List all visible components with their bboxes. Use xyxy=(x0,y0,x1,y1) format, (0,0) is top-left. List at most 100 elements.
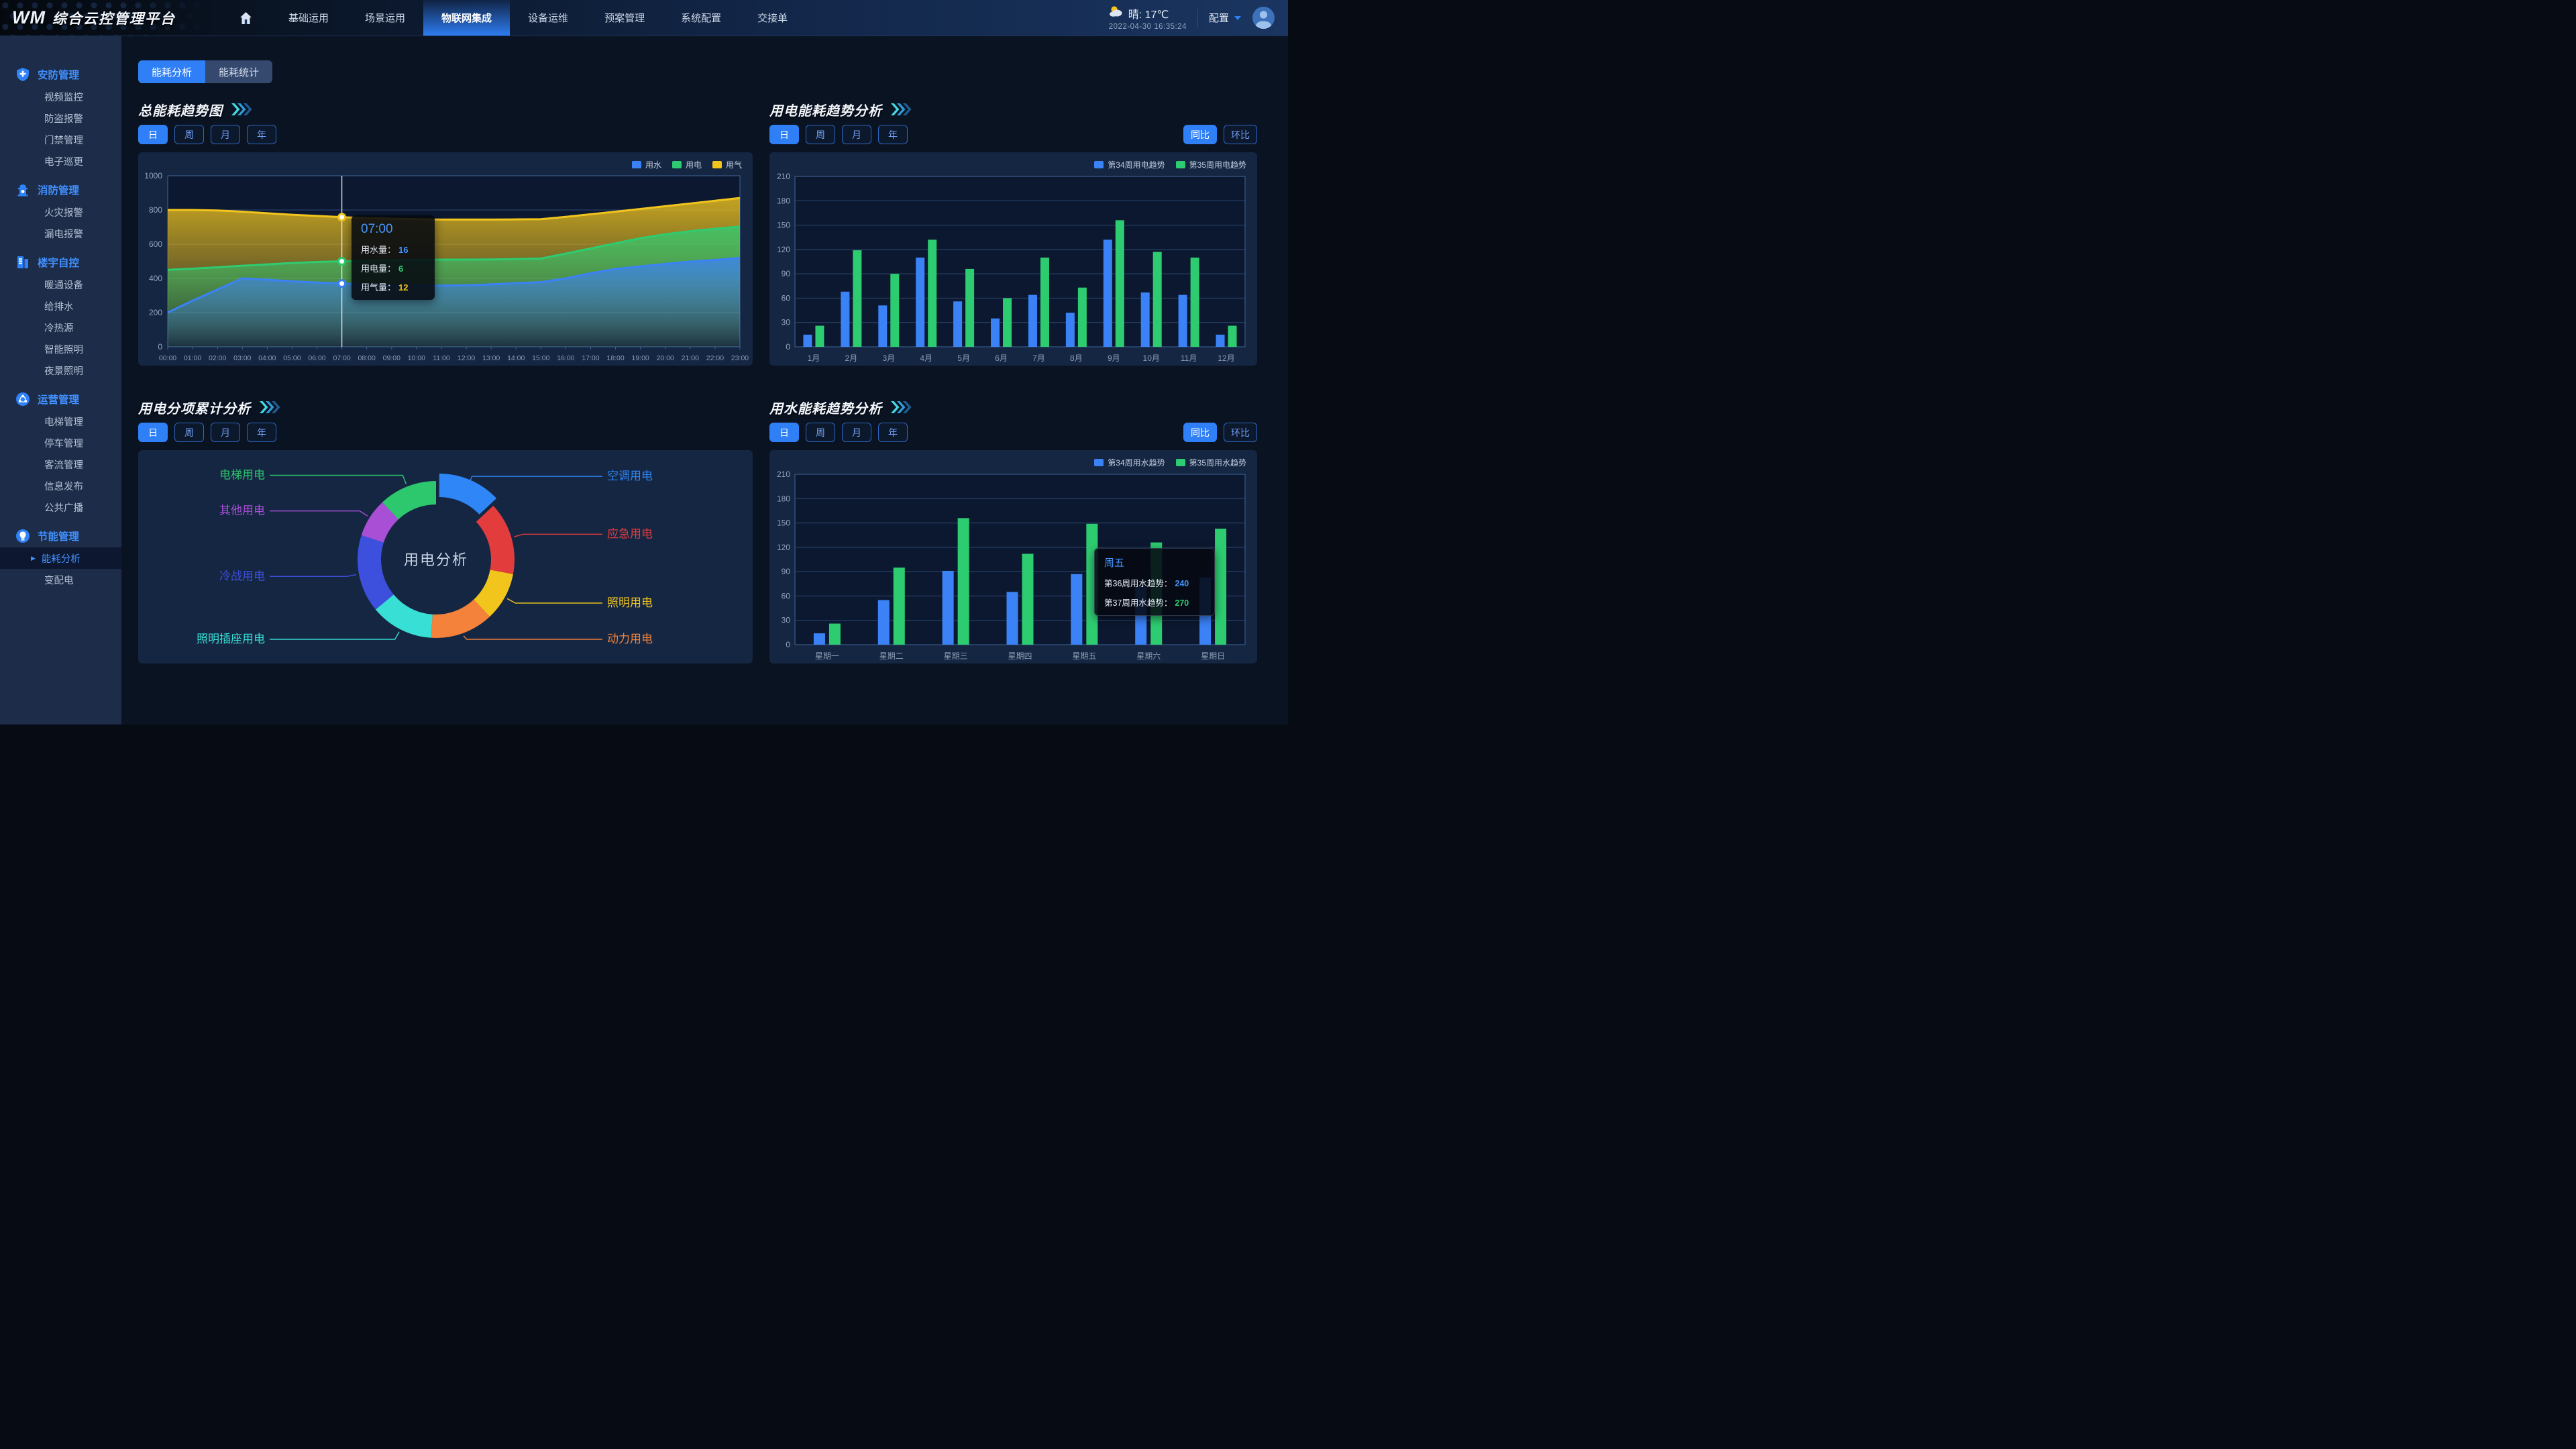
sidebar-item-暖通设备[interactable]: ▶暖通设备 xyxy=(0,274,121,295)
svg-text:11月: 11月 xyxy=(1181,354,1197,363)
svg-text:600: 600 xyxy=(149,239,162,249)
svg-text:0: 0 xyxy=(786,640,790,649)
sidebar-item-火灾报警[interactable]: ▶火灾报警 xyxy=(0,201,121,223)
svg-text:照明插座用电: 照明插座用电 xyxy=(197,633,265,645)
chart-block-用电能耗趋势分析: 用电能耗趋势分析日周月年同比环比03060901201501802101月2月3… xyxy=(769,101,1257,366)
sidebar-item-变配电[interactable]: ▶变配电 xyxy=(0,569,121,590)
nav-item-系统配置[interactable]: 系统配置 xyxy=(663,0,739,36)
legend-item-用气[interactable]: 用气 xyxy=(712,159,742,170)
period-button-月[interactable]: 月 xyxy=(842,125,871,144)
sidebar-item-label: 公共广播 xyxy=(44,500,83,515)
legend-item-第35周用水趋势[interactable]: 第35周用水趋势 xyxy=(1176,457,1246,468)
svg-text:19:00: 19:00 xyxy=(632,354,649,362)
sidebar-item-电梯管理[interactable]: ▶电梯管理 xyxy=(0,411,121,432)
nav-home[interactable] xyxy=(221,0,270,36)
tab-能耗统计[interactable]: 能耗统计 xyxy=(205,60,272,83)
top-nav: 基础运用场景运用物联网集成设备运维预案管理系统配置交接单 xyxy=(221,0,806,36)
sidebar-item-客流管理[interactable]: ▶客流管理 xyxy=(0,453,121,475)
nav-item-基础运用[interactable]: 基础运用 xyxy=(270,0,347,36)
bulb-icon xyxy=(15,529,30,543)
period-button-年[interactable]: 年 xyxy=(878,423,908,442)
compare-button-环比[interactable]: 环比 xyxy=(1224,423,1257,442)
weather-widget: 晴: 17℃ 2022-04-30 16:35:24 xyxy=(1109,5,1187,31)
section-label: 楼宇自控 xyxy=(38,255,79,270)
period-button-周[interactable]: 周 xyxy=(174,423,204,442)
period-button-周[interactable]: 周 xyxy=(806,125,835,144)
donut-slice-应急用电[interactable] xyxy=(476,506,515,574)
svg-text:400: 400 xyxy=(149,274,162,283)
compare-button-同比[interactable]: 同比 xyxy=(1183,125,1217,144)
operations-icon xyxy=(15,392,30,407)
compare-button-环比[interactable]: 环比 xyxy=(1224,125,1257,144)
period-button-年[interactable]: 年 xyxy=(878,125,908,144)
sidebar-item-信息发布[interactable]: ▶信息发布 xyxy=(0,475,121,496)
legend-item-第35周用电趋势[interactable]: 第35周用电趋势 xyxy=(1176,159,1246,170)
period-button-年[interactable]: 年 xyxy=(247,125,276,144)
legend-item-用电[interactable]: 用电 xyxy=(672,159,702,170)
panel-title: 用水能耗趋势分析 xyxy=(769,398,882,417)
svg-text:5月: 5月 xyxy=(957,354,970,363)
logo-mark: WM xyxy=(12,7,46,28)
donut-slice-冷战用电[interactable] xyxy=(358,535,394,610)
svg-text:星期二: 星期二 xyxy=(879,651,904,661)
sidebar-item-给排水[interactable]: ▶给排水 xyxy=(0,295,121,317)
period-button-日[interactable]: 日 xyxy=(769,423,799,442)
block-head: 总能耗趋势图 xyxy=(138,101,753,118)
nav-item-交接单[interactable]: 交接单 xyxy=(739,0,806,36)
period-button-周[interactable]: 周 xyxy=(174,125,204,144)
period-button-月[interactable]: 月 xyxy=(211,125,240,144)
period-button-月[interactable]: 月 xyxy=(842,423,871,442)
sidebar-section-安防管理[interactable]: 安防管理 xyxy=(0,63,121,86)
legend-item-第34周用电趋势[interactable]: 第34周用电趋势 xyxy=(1094,159,1165,170)
period-button-月[interactable]: 月 xyxy=(211,423,240,442)
legend-item-第34周用水趋势[interactable]: 第34周用水趋势 xyxy=(1094,457,1165,468)
period-button-周[interactable]: 周 xyxy=(806,423,835,442)
svg-text:150: 150 xyxy=(777,519,790,528)
avatar[interactable] xyxy=(1252,7,1275,29)
chart-legend: 第34周用水趋势第35周用水趋势 xyxy=(1094,457,1246,468)
sidebar-section-运营管理[interactable]: 运营管理 xyxy=(0,388,121,411)
config-menu[interactable]: 配置 xyxy=(1209,11,1242,25)
period-button-日[interactable]: 日 xyxy=(138,125,168,144)
period-button-日[interactable]: 日 xyxy=(769,125,799,144)
svg-text:星期三: 星期三 xyxy=(944,651,968,661)
svg-text:16:00: 16:00 xyxy=(557,354,574,362)
sidebar-item-冷热源[interactable]: ▶冷热源 xyxy=(0,317,121,338)
sidebar-section-消防管理[interactable]: 消防管理 xyxy=(0,178,121,201)
sidebar-item-智能照明[interactable]: ▶智能照明 xyxy=(0,338,121,360)
sidebar-item-label: 能耗分析 xyxy=(42,551,80,566)
sidebar-item-视频监控[interactable]: ▶视频监控 xyxy=(0,86,121,107)
sidebar-item-公共广播[interactable]: ▶公共广播 xyxy=(0,496,121,518)
sidebar-item-防盗报警[interactable]: ▶防盗报警 xyxy=(0,107,121,129)
sidebar-section-楼宇自控[interactable]: 楼宇自控 xyxy=(0,251,121,274)
panel-title: 总能耗趋势图 xyxy=(138,100,223,119)
sidebar-item-漏电报警[interactable]: ▶漏电报警 xyxy=(0,223,121,244)
svg-text:10月: 10月 xyxy=(1143,354,1160,363)
sidebar-item-电子巡更[interactable]: ▶电子巡更 xyxy=(0,150,121,172)
sidebar-item-停车管理[interactable]: ▶停车管理 xyxy=(0,432,121,453)
tooltip-row: 第37周用水趋势：270 xyxy=(1104,596,1205,608)
nav-item-预案管理[interactable]: 预案管理 xyxy=(586,0,663,36)
nav-item-物联网集成[interactable]: 物联网集成 xyxy=(423,0,510,36)
sidebar-item-label: 视频监控 xyxy=(44,90,83,104)
section-label: 节能管理 xyxy=(38,529,79,543)
legend-item-用水[interactable]: 用水 xyxy=(632,159,661,170)
svg-text:6月: 6月 xyxy=(995,354,1008,363)
svg-text:210: 210 xyxy=(777,470,790,479)
nav-item-场景运用[interactable]: 场景运用 xyxy=(347,0,423,36)
section-label: 安防管理 xyxy=(38,67,79,82)
sidebar-item-能耗分析[interactable]: ▶能耗分析 xyxy=(0,547,121,569)
period-button-日[interactable]: 日 xyxy=(138,423,168,442)
config-label: 配置 xyxy=(1209,11,1229,25)
tooltip-row: 用气量：12 xyxy=(361,280,425,293)
period-button-年[interactable]: 年 xyxy=(247,423,276,442)
donut-slice-空调用电[interactable] xyxy=(439,474,496,515)
sidebar-item-夜景照明[interactable]: ▶夜景照明 xyxy=(0,360,121,381)
sidebar-item-label: 漏电报警 xyxy=(44,227,83,241)
tab-能耗分析[interactable]: 能耗分析 xyxy=(138,60,205,83)
sidebar-section-节能管理[interactable]: 节能管理 xyxy=(0,525,121,547)
sidebar-item-门禁管理[interactable]: ▶门禁管理 xyxy=(0,129,121,150)
compare-button-同比[interactable]: 同比 xyxy=(1183,423,1217,442)
nav-item-设备运维[interactable]: 设备运维 xyxy=(510,0,586,36)
sidebar-item-label: 给排水 xyxy=(44,299,74,313)
